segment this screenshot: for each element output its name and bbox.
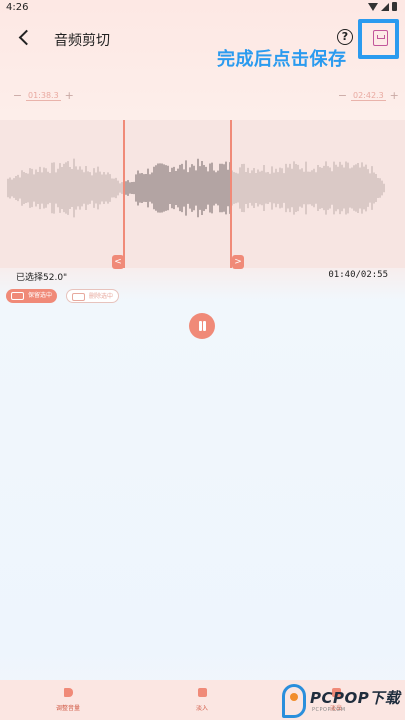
status-time: 4:26 <box>6 2 29 13</box>
signal-icon <box>381 2 389 11</box>
selection-end-line[interactable] <box>230 120 232 268</box>
delete-selection-button[interactable]: 删除选中 <box>66 289 120 303</box>
fadein-tool[interactable]: 淡入 <box>172 688 232 712</box>
time-readout: 01:40/02:55 <box>328 270 388 280</box>
keep-selection-button[interactable]: 保留选中 <box>6 289 58 303</box>
fadein-icon <box>197 688 207 697</box>
status-icons <box>368 2 397 11</box>
help-icon[interactable]: ? <box>337 29 353 45</box>
battery-icon <box>392 2 397 11</box>
watermark: PCPOP下载 PCPOP.COM <box>280 683 405 719</box>
speaker-icon <box>63 688 73 697</box>
right-handle[interactable]: > <box>232 255 244 269</box>
start-plus-button[interactable]: + <box>64 90 75 102</box>
watermark-name: PCPOP下载 <box>310 689 401 707</box>
pcpop-logo-icon <box>282 684 306 718</box>
end-plus-button[interactable]: + <box>389 90 400 102</box>
back-button[interactable] <box>15 28 35 48</box>
volume-tool[interactable]: 调整音量 <box>38 688 98 712</box>
watermark-sub: PCPOP.COM <box>312 707 346 713</box>
fadein-tool-label: 淡入 <box>195 705 208 712</box>
start-time-value[interactable]: 01:38.3 <box>26 91 61 101</box>
keep-selection-label: 保留选中 <box>28 292 53 299</box>
waveform-icon <box>72 293 85 301</box>
start-minus-button[interactable]: − <box>12 90 23 102</box>
waveform-icon <box>11 292 24 300</box>
wifi-icon <box>368 2 378 11</box>
selection-start-line[interactable] <box>123 120 125 268</box>
delete-selection-label: 删除选中 <box>89 293 114 300</box>
page-title: 音频剪切 <box>54 33 110 49</box>
save-annotation: 完成后点击保存 <box>217 49 347 70</box>
save-icon[interactable] <box>373 30 388 46</box>
status-bar: 4:26 <box>0 0 405 16</box>
waveform-area[interactable]: < > <box>0 120 405 269</box>
end-minus-button[interactable]: − <box>337 90 348 102</box>
end-time-value[interactable]: 02:42.3 <box>351 91 386 101</box>
pause-button[interactable] <box>189 313 215 339</box>
volume-tool-label: 调整音量 <box>55 705 80 712</box>
left-handle[interactable]: < <box>112 255 124 269</box>
start-time-stepper: − 01:38.3 + <box>12 88 75 104</box>
waveform <box>7 158 385 218</box>
end-time-stepper: − 02:42.3 + <box>337 88 400 104</box>
selected-duration: 已选择52.0" <box>16 273 68 283</box>
